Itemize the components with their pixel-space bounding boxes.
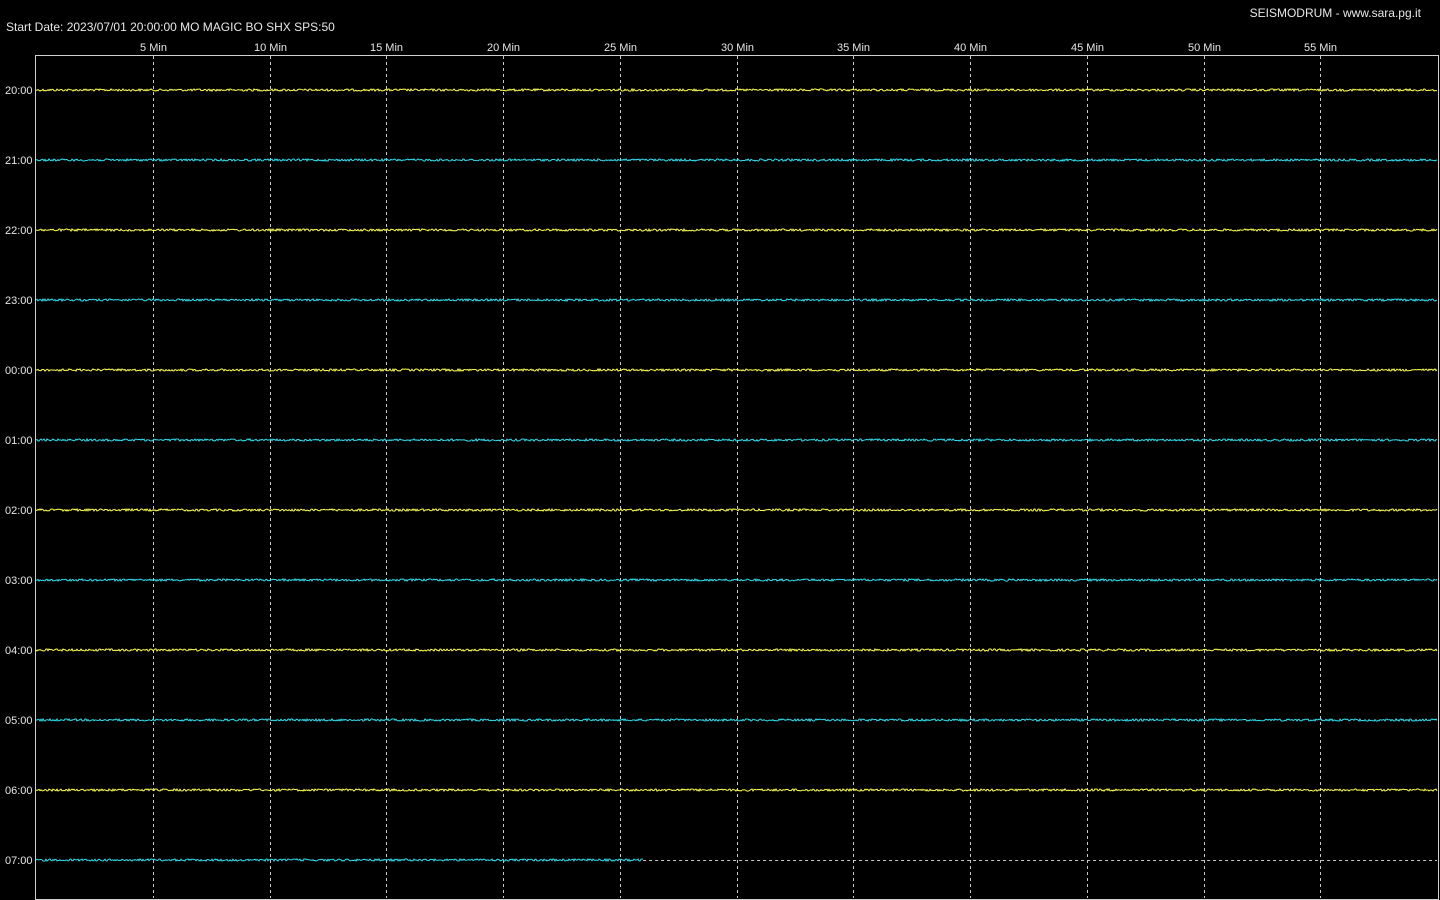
x-tick-label: 50 Min xyxy=(1188,42,1221,54)
row-time-label: 04:00 xyxy=(5,645,33,657)
seismogram-plot: 5 Min 10 Min 15 Min 20 Min 25 Min 30 Min 35 Mi… xyxy=(5,42,1439,900)
trace-0100 xyxy=(35,437,1438,443)
x-tick-label: 10 Min xyxy=(254,42,287,54)
row-time-label: 00:00 xyxy=(5,365,33,377)
row-time-label: 23:00 xyxy=(5,295,33,307)
seismogram-drum-view: Start Date: 2023/07/01 20:00:00 MO MAGIC… xyxy=(0,0,1440,900)
row-time-label: 07:00 xyxy=(5,855,33,867)
row-time-label: 02:00 xyxy=(5,505,33,517)
x-tick-label: 5 Min xyxy=(140,42,167,54)
grid-layer xyxy=(153,56,1321,898)
trace-0700 xyxy=(35,857,644,863)
x-tick-label: 45 Min xyxy=(1071,42,1104,54)
x-tick-label: 20 Min xyxy=(487,42,520,54)
x-tick-label: 25 Min xyxy=(604,42,637,54)
row-labels: 20:00 21:00 22:00 23:00 00:00 01:00 02:00 03:00… xyxy=(5,85,33,867)
trace-2300 xyxy=(35,297,1438,303)
trace-0000 xyxy=(35,367,1438,373)
x-tick-label: 15 Min xyxy=(370,42,403,54)
trace-0200 xyxy=(35,507,1438,513)
x-tick-label: 30 Min xyxy=(721,42,754,54)
trace-0500 xyxy=(35,717,1438,723)
x-tick-labels: 5 Min 10 Min 15 Min 20 Min 25 Min 30 Min 35 Mi… xyxy=(140,42,1337,54)
row-time-label: 22:00 xyxy=(5,225,33,237)
x-tick-label: 35 Min xyxy=(837,42,870,54)
trace-2100 xyxy=(35,157,1438,163)
x-tick-label: 55 Min xyxy=(1304,42,1337,54)
trace-0600 xyxy=(35,787,1438,793)
trace-2000 xyxy=(35,87,1438,93)
traces xyxy=(35,87,1438,863)
trace-2200 xyxy=(35,227,1438,233)
row-time-label: 21:00 xyxy=(5,155,33,167)
row-time-label: 03:00 xyxy=(5,575,33,587)
x-tick-label: 40 Min xyxy=(954,42,987,54)
row-time-label: 01:00 xyxy=(5,435,33,447)
trace-0300 xyxy=(35,577,1438,583)
trace-0400 xyxy=(35,647,1438,653)
row-time-label: 20:00 xyxy=(5,85,33,97)
row-time-label: 05:00 xyxy=(5,715,33,727)
row-time-label: 06:00 xyxy=(5,785,33,797)
